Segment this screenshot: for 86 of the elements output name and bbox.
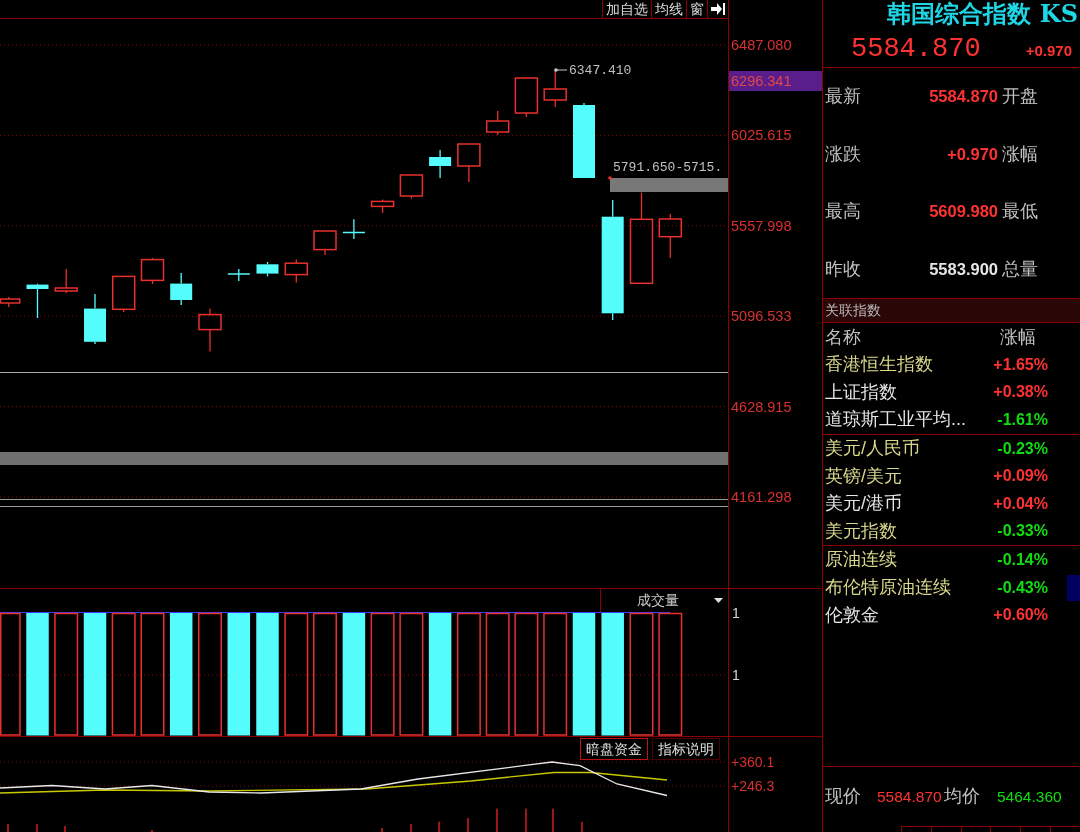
candle: [342, 218, 366, 240]
axis-label: +246.3: [731, 778, 775, 794]
change-percent: -0.33%: [996, 521, 1048, 542]
candle: [399, 174, 424, 200]
candle: [284, 258, 309, 284]
column-header: 名称: [824, 325, 862, 349]
change-percent: +0.09%: [992, 466, 1048, 487]
candle: [140, 257, 165, 285]
change-percent: -1.61%: [996, 410, 1048, 430]
field-value: 5583.900: [928, 258, 998, 280]
index-name: 布伦特原油连续: [824, 576, 952, 600]
price-label: 现价: [825, 785, 862, 808]
field-label: 最新: [824, 85, 862, 109]
caret-icon: [714, 598, 723, 603]
field-label: 涨幅: [1001, 142, 1038, 166]
field-label: 昨收: [824, 257, 862, 281]
axis-label: 1: [732, 605, 740, 621]
candle: [198, 307, 222, 353]
candle: [429, 149, 452, 179]
candle: [256, 261, 279, 278]
toolbar-button[interactable]: 加自选: [602, 0, 651, 18]
candle: [26, 282, 49, 319]
candle: [485, 110, 510, 136]
field-label: 最低: [1001, 200, 1038, 224]
axis-label: +360.1: [731, 754, 775, 770]
field-value: 5609.980: [928, 201, 998, 223]
axis-label: 1: [732, 667, 740, 683]
field-label: 总量: [1001, 257, 1038, 281]
candle: [370, 198, 395, 214]
index-title: 韩国综合指数 KS: [887, 0, 1078, 27]
high-price-label: 6347.410: [569, 62, 632, 78]
index-name: 上证指数: [824, 380, 898, 404]
field-label: 涨跌: [824, 142, 862, 166]
price-gap-label: 5791.650-5715.: [613, 159, 723, 175]
index-name: 美元/港币: [824, 492, 903, 516]
candle: [84, 293, 106, 345]
field-label: 最高: [824, 200, 862, 224]
price-value: 5464.360: [997, 786, 1063, 807]
leader-line: [554, 68, 568, 72]
candle: [514, 77, 539, 118]
indicator-dropdown[interactable]: 成交量: [600, 589, 728, 612]
candle: [313, 230, 337, 256]
candle: [54, 268, 78, 294]
toolbar-button[interactable]: 均线: [651, 0, 686, 18]
index-name: 英镑/美元: [824, 464, 903, 488]
candle: [543, 69, 567, 108]
index-name: 美元指数: [824, 519, 898, 543]
column-header: 涨幅: [1000, 325, 1036, 349]
index-name: 道琼斯工业平均...: [824, 408, 967, 432]
axis-label: 4628.915: [731, 398, 792, 415]
panel-toggle-button[interactable]: [707, 0, 728, 18]
axis-label: 5096.533: [731, 308, 792, 325]
candle: [227, 268, 251, 282]
axis-label: 6025.615: [731, 127, 792, 144]
candle: [111, 275, 136, 313]
price-change: +0.970: [1025, 41, 1072, 61]
candle: [170, 272, 193, 306]
price-label: 均价: [944, 785, 981, 808]
index-name: 美元/人民币: [824, 437, 921, 461]
field-label: 开盘: [1001, 85, 1038, 109]
index-name: 香港恒生指数: [824, 353, 934, 377]
change-percent: +0.60%: [992, 605, 1048, 626]
indicator-tab[interactable]: 暗盘资金: [580, 738, 648, 760]
crosshair-price-label: 6296.341: [729, 71, 822, 91]
index-name: 伦敦金: [824, 603, 880, 627]
change-percent: -0.23%: [996, 438, 1048, 459]
index-name: 原油连续: [824, 548, 898, 572]
change-percent: +0.04%: [992, 493, 1048, 514]
current-price: 5584.870: [851, 35, 981, 65]
axis-label: 4161.298: [731, 489, 792, 505]
candle: [0, 296, 21, 308]
section-header: 关联指数: [823, 299, 1080, 323]
toolbar-button[interactable]: 窗: [686, 0, 707, 18]
change-percent: +1.65%: [992, 354, 1048, 375]
change-percent: -0.43%: [996, 577, 1048, 598]
field-value: 5584.870: [928, 86, 998, 108]
indicator-tab[interactable]: 指标说明: [652, 738, 720, 760]
candle: [457, 143, 481, 183]
price-value: 5584.870: [877, 786, 943, 807]
field-value: +0.970: [946, 143, 998, 165]
axis-label: 6487.080: [731, 37, 792, 53]
change-percent: -0.14%: [996, 549, 1048, 570]
arrow-to-bar-icon: [711, 3, 725, 15]
axis-label: 5557.998: [731, 217, 792, 234]
candle: [658, 213, 683, 259]
change-percent: +0.38%: [992, 382, 1048, 403]
